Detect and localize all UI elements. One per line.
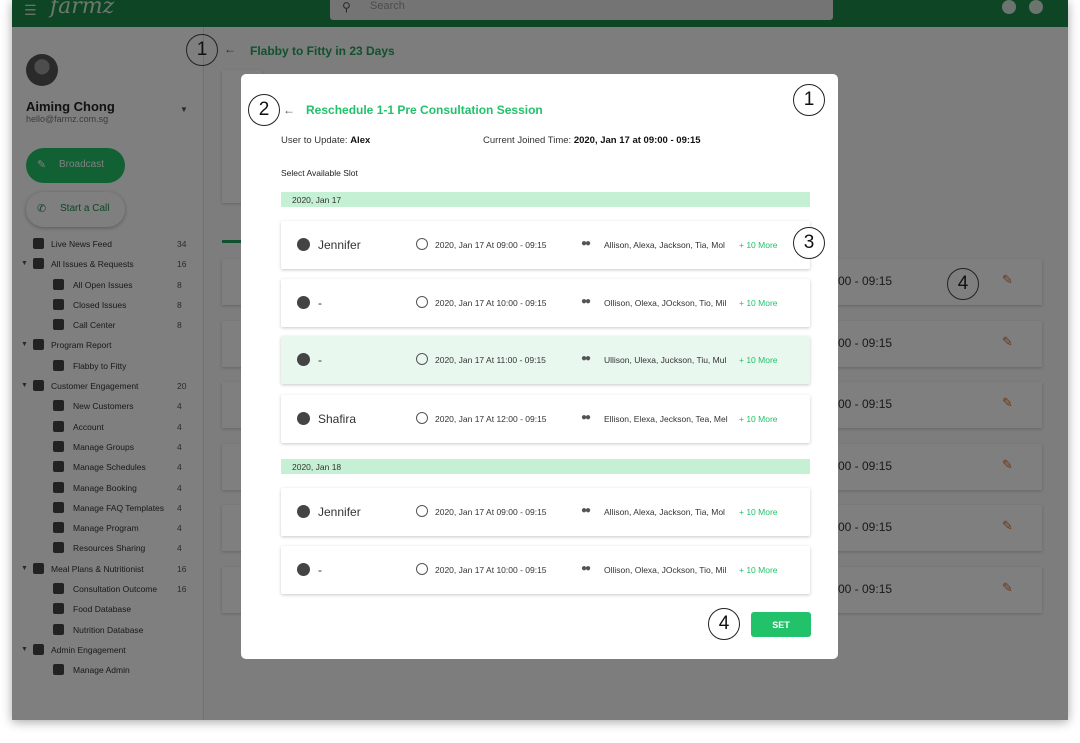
- date-header-label: 2020, Jan 18: [292, 462, 342, 472]
- callout-1-page: 1: [186, 34, 218, 66]
- more-participants-link[interactable]: + 10 More: [739, 565, 778, 575]
- app-window: ☰ farmz ⚲ Search Aiming Chong hello@farm…: [12, 0, 1068, 720]
- clock-icon: [416, 238, 428, 250]
- slot-coach-name: -: [318, 563, 322, 577]
- user-circle-icon: [297, 353, 310, 366]
- slot-participants: Allison, Alexa, Jackson, Tia, Mol: [604, 507, 725, 517]
- clock-icon: [416, 353, 428, 365]
- slot-coach-name: -: [318, 353, 322, 367]
- more-participants-link[interactable]: + 10 More: [739, 414, 778, 424]
- slot-card[interactable]: - 2020, Jan 17 At 11:00 - 09:15 ●● Ullison,…: [281, 336, 810, 384]
- group-icon: ●●: [581, 238, 591, 249]
- slot-card[interactable]: Shafira 2020, Jan 17 At 12:00 - 09:15 ●● El…: [281, 395, 810, 443]
- date-header: 2020, Jan 18: [281, 459, 810, 474]
- slot-participants: Ollison, Olexa, JOckson, Tio, Mil: [604, 298, 727, 308]
- user-circle-icon: [297, 563, 310, 576]
- callout-4-page: 4: [947, 268, 979, 300]
- user-to-update: User to Update: Alex: [281, 135, 370, 146]
- user-circle-icon: [297, 296, 310, 309]
- slot-time: 2020, Jan 17 At 12:00 - 09:15: [435, 414, 547, 424]
- slot-card[interactable]: - 2020, Jan 17 At 10:00 - 09:15 ●● Ollison,…: [281, 546, 810, 594]
- clock-icon: [416, 563, 428, 575]
- user-circle-icon: [297, 505, 310, 518]
- slot-card[interactable]: Jennifer 2020, Jan 17 At 09:00 - 09:15 ●● A…: [281, 488, 810, 536]
- slot-coach-name: Jennifer: [318, 505, 361, 519]
- slot-participants: Ollison, Olexa, JOckson, Tio, Mil: [604, 565, 727, 575]
- more-participants-link[interactable]: + 10 More: [739, 355, 778, 365]
- joined-time-label: Current Joined Time:: [483, 135, 572, 146]
- callout-4-modal: 4: [708, 608, 740, 640]
- slot-time: 2020, Jan 17 At 11:00 - 09:15: [435, 355, 546, 365]
- user-circle-icon: [297, 238, 310, 251]
- slot-time: 2020, Jan 17 At 09:00 - 09:15: [435, 507, 547, 517]
- current-joined-time: Current Joined Time: 2020, Jan 17 at 09:…: [483, 135, 701, 146]
- set-button[interactable]: SET: [751, 612, 811, 637]
- callout-1-modal: 1: [793, 84, 825, 116]
- slot-participants: Ullison, Ulexa, Juckson, Tiu, Mul: [604, 355, 727, 365]
- callout-2: 2: [248, 94, 280, 126]
- callout-3: 3: [793, 227, 825, 259]
- slot-coach-name: Shafira: [318, 412, 357, 426]
- user-to-update-value: Alex: [350, 135, 371, 146]
- modal-title: Reschedule 1-1 Pre Consultation Session: [306, 103, 543, 117]
- select-slot-label: Select Available Slot: [281, 168, 358, 178]
- user-circle-icon: [297, 412, 310, 425]
- slot-time: 2020, Jan 17 At 09:00 - 09:15: [435, 240, 547, 250]
- clock-icon: [416, 412, 428, 424]
- slot-participants: Ellison, Elexa, Jeckson, Tea, Mel: [604, 414, 728, 424]
- back-arrow-icon[interactable]: ←: [283, 103, 295, 117]
- more-participants-link[interactable]: + 10 More: [739, 507, 778, 517]
- group-icon: ●●: [581, 353, 591, 364]
- user-to-update-label: User to Update:: [281, 135, 348, 146]
- more-participants-link[interactable]: + 10 More: [739, 298, 778, 308]
- slot-coach-name: -: [318, 296, 322, 310]
- slot-card[interactable]: - 2020, Jan 17 At 10:00 - 09:15 ●● Ollison,…: [281, 279, 810, 327]
- group-icon: ●●: [581, 563, 591, 574]
- slot-coach-name: Jennifer: [318, 238, 361, 252]
- group-icon: ●●: [581, 296, 591, 307]
- group-icon: ●●: [581, 412, 591, 423]
- date-header: 2020, Jan 17: [281, 192, 810, 207]
- more-participants-link[interactable]: + 10 More: [739, 240, 778, 250]
- slot-card[interactable]: Jennifer 2020, Jan 17 At 09:00 - 09:15 ●● A…: [281, 221, 810, 269]
- slot-time: 2020, Jan 17 At 10:00 - 09:15: [435, 565, 547, 575]
- group-icon: ●●: [581, 505, 591, 516]
- clock-icon: [416, 505, 428, 517]
- joined-time-value: 2020, Jan 17 at 09:00 - 09:15: [573, 135, 701, 146]
- date-header-label: 2020, Jan 17: [292, 195, 342, 205]
- slot-time: 2020, Jan 17 At 10:00 - 09:15: [435, 298, 547, 308]
- slot-participants: Allison, Alexa, Jackson, Tia, Mol: [604, 240, 725, 250]
- reschedule-modal: ← Reschedule 1-1 Pre Consultation Sessio…: [241, 74, 838, 659]
- clock-icon: [416, 296, 428, 308]
